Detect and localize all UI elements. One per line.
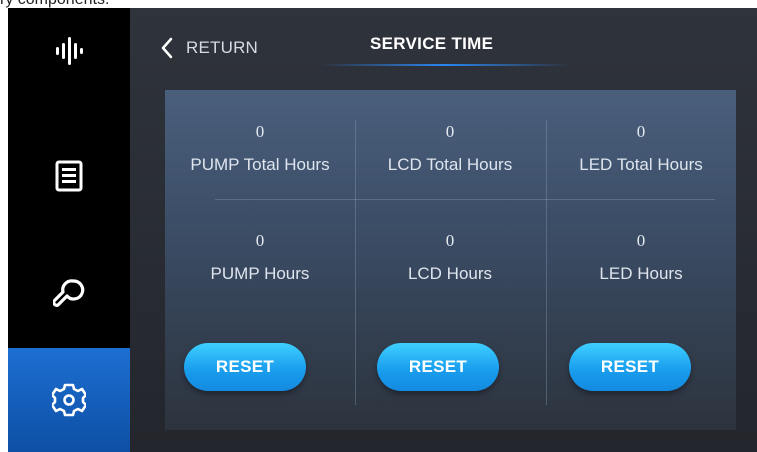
pump-total-hours-cell: 0 PUMP Total Hours	[165, 122, 355, 175]
wrench-icon	[53, 278, 85, 307]
sidebar	[8, 8, 130, 452]
return-button[interactable]: RETURN	[160, 32, 258, 64]
device-screen: RETURN SERVICE TIME 0 PUMP Total Hours 0…	[8, 8, 757, 452]
title-underline	[320, 64, 570, 66]
pump-total-hours-value: 0	[255, 122, 265, 141]
pump-hours-label: PUMP Hours	[210, 264, 310, 283]
page-title: SERVICE TIME	[370, 34, 494, 53]
pump-hours-cell: 0 PUMP Hours	[165, 231, 355, 284]
nav-item-tools[interactable]	[8, 251, 130, 336]
led-hours-label: LED Hours	[599, 264, 683, 283]
document-list-icon	[55, 160, 83, 191]
nav-item-files[interactable]	[8, 133, 130, 218]
gear-icon	[52, 383, 86, 417]
lcd-reset-button[interactable]: RESET	[377, 343, 499, 391]
led-total-hours-value: 0	[636, 122, 646, 141]
chevron-left-icon	[161, 37, 173, 59]
lcd-hours-value: 0	[445, 231, 455, 250]
main-content: RETURN SERVICE TIME 0 PUMP Total Hours 0…	[130, 8, 757, 452]
lcd-total-hours-value: 0	[445, 122, 455, 141]
lcd-total-hours-label: LCD Total Hours	[387, 155, 513, 174]
pump-hours-value: 0	[255, 231, 265, 250]
led-total-hours-label: LED Total Hours	[579, 155, 703, 174]
led-reset-button[interactable]: RESET	[569, 343, 691, 391]
lcd-hours-cell: 0 LCD Hours	[355, 231, 545, 284]
led-hours-value: 0	[636, 231, 646, 250]
pump-total-hours-label: PUMP Total Hours	[190, 155, 330, 174]
nav-item-settings[interactable]	[8, 348, 130, 452]
return-label: RETURN	[186, 38, 259, 57]
nav-item-print[interactable]	[8, 8, 130, 93]
service-time-panel: 0 PUMP Total Hours 0 PUMP Hours RESET 0 …	[165, 90, 736, 430]
waveform-icon	[56, 36, 83, 65]
pump-reset-button[interactable]: RESET	[184, 343, 306, 391]
lcd-hours-label: LCD Hours	[407, 264, 493, 283]
row-divider	[215, 199, 715, 200]
led-hours-cell: 0 LED Hours	[546, 231, 736, 284]
lcd-total-hours-cell: 0 LCD Total Hours	[355, 122, 545, 175]
led-total-hours-cell: 0 LED Total Hours	[546, 122, 736, 175]
